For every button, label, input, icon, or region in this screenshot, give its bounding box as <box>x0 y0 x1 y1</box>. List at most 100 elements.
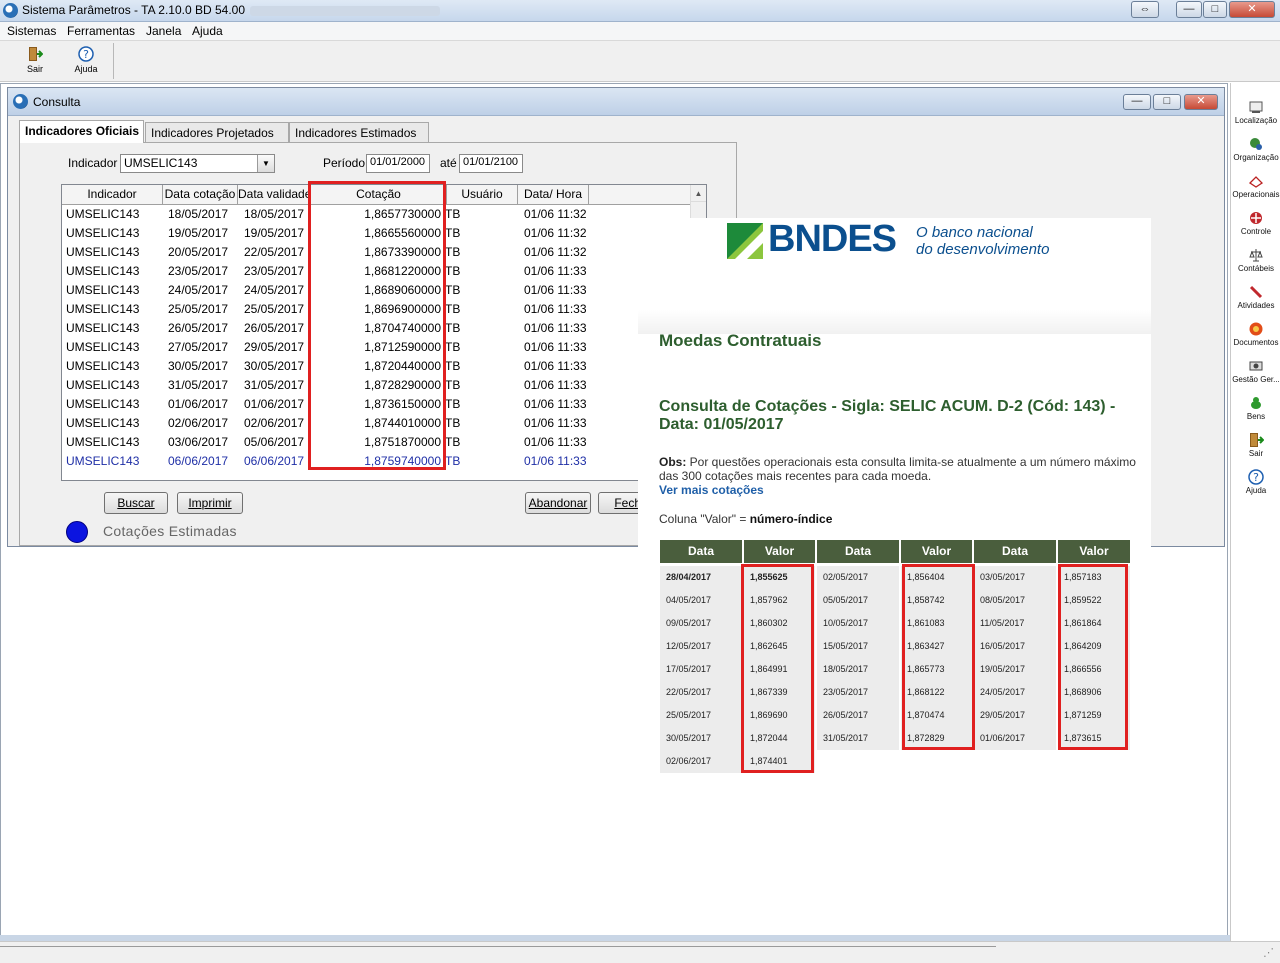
blurred-title-area <box>250 6 440 16</box>
bndes-logo-text: BNDES <box>768 218 897 260</box>
sidebar-item-operacionais[interactable]: Operacionais <box>1231 173 1280 199</box>
col-indicador[interactable]: Indicador <box>62 185 163 205</box>
sidebar-item-contabeis[interactable]: Contábeis <box>1231 247 1280 273</box>
scroll-up-icon[interactable]: ▲ <box>691 185 706 202</box>
periodo-end-field[interactable]: 01/01/2100 <box>459 154 523 173</box>
cell-cotacao: 1,8657730000 <box>364 207 441 221</box>
menu-ajuda[interactable]: Ajuda <box>192 24 223 38</box>
tab-indicadores-projetados[interactable]: Indicadores Projetados <box>145 122 289 142</box>
table-row[interactable]: UMSELIC143 25/05/2017 25/05/2017 1,86969000… <box>62 300 689 319</box>
sidebar-item-gestao[interactable]: Gestão Ger... <box>1231 358 1280 384</box>
cell-data-cotacao: 01/06/2017 <box>168 397 229 411</box>
sidebar-item-documentos[interactable]: Documentos <box>1231 321 1280 347</box>
header-valor: Valor <box>1058 540 1130 563</box>
cell-data-cotacao: 27/05/2017 <box>168 340 229 354</box>
control-icon <box>1248 210 1264 226</box>
table-row[interactable]: UMSELIC143 30/05/2017 30/05/2017 1,87204400… <box>62 357 689 376</box>
buscar-button[interactable]: Buscar <box>104 492 168 514</box>
location-icon <box>1248 99 1264 115</box>
menu-janela[interactable]: Janela <box>146 24 181 38</box>
close-button[interactable]: ✕ <box>1229 1 1275 18</box>
bndes-tagline-line2: do desenvolvimento <box>916 241 1050 258</box>
table-row[interactable]: UMSELIC143 20/05/2017 22/05/2017 1,86733900… <box>62 243 689 262</box>
cell-indicador: UMSELIC143 <box>66 359 140 373</box>
table-row[interactable]: UMSELIC143 27/05/2017 29/05/2017 1,87125900… <box>62 338 689 357</box>
col-data-cotacao[interactable]: Data cotação <box>163 185 238 205</box>
sidebar-item-controle[interactable]: Controle <box>1231 210 1280 236</box>
cell-data-cotacao: 06/06/2017 <box>168 454 229 468</box>
table-row[interactable]: UMSELIC143 26/05/2017 26/05/2017 1,87047400… <box>62 319 689 338</box>
table-row[interactable]: UMSELIC143 01/06/2017 01/06/2017 1,87361500… <box>62 395 689 414</box>
sidebar-item-sair[interactable]: Sair <box>1231 432 1280 458</box>
col-usuario[interactable]: Usuário <box>447 185 518 205</box>
col-data-validade[interactable]: Data validade <box>238 185 311 205</box>
table-row[interactable]: UMSELIC143 03/06/2017 05/06/2017 1,87518700… <box>62 433 689 452</box>
minimize-button[interactable]: — <box>1176 1 1202 18</box>
table-row[interactable]: UMSELIC143 19/05/2017 19/05/2017 1,86655600… <box>62 224 689 243</box>
child-minimize-button[interactable]: — <box>1123 94 1151 110</box>
resize-grip-icon[interactable]: ⋰ <box>1263 946 1274 959</box>
cell-usuario: TB <box>445 302 461 316</box>
child-maximize-button[interactable]: □ <box>1153 94 1181 110</box>
table-row[interactable]: UMSELIC143 02/06/2017 02/06/2017 1,87440100… <box>62 414 689 433</box>
child-close-button[interactable]: ✕ <box>1184 94 1218 110</box>
cell-indicador: UMSELIC143 <box>66 340 140 354</box>
obs-text: Por questões operacionais esta consulta … <box>659 455 1136 483</box>
indicador-select[interactable]: UMSELIC143 ▼ <box>120 154 275 173</box>
sidebar-item-label: Ajuda <box>1245 486 1267 495</box>
col-cotacao[interactable]: Cotação <box>311 185 447 205</box>
quote-date-cell: 01/06/2017 <box>974 727 1056 750</box>
menu-sistemas[interactable]: Sistemas <box>7 24 56 38</box>
exit-door-icon <box>1248 432 1265 448</box>
table-row[interactable]: UMSELIC143 23/05/2017 23/05/2017 1,86812200… <box>62 262 689 281</box>
table-row[interactable]: UMSELIC143 31/05/2017 31/05/2017 1,87282900… <box>62 376 689 395</box>
cell-data-hora: 01/06 11:33 <box>524 378 587 392</box>
imprimir-button[interactable]: Imprimir <box>177 492 243 514</box>
quote-value-cell: 1,862645 <box>744 635 815 658</box>
quote-value-cell: 1,865773 <box>901 658 972 681</box>
management-icon <box>1248 358 1264 374</box>
cell-indicador: UMSELIC143 <box>66 454 140 468</box>
sidebar-item-atividades[interactable]: Atividades <box>1231 284 1280 310</box>
quote-date-cell: 17/05/2017 <box>660 658 742 681</box>
moedas-heading: Moedas Contratuais <box>659 331 822 350</box>
cell-usuario: TB <box>445 435 461 449</box>
cell-cotacao: 1,8681220000 <box>364 264 441 278</box>
table-row[interactable]: UMSELIC143 24/05/2017 24/05/2017 1,86890600… <box>62 281 689 300</box>
abandonar-button[interactable]: Abandonar <box>525 492 591 514</box>
app-titlebar: Sistema Parâmetros - TA 2.10.0 BD 54.00 … <box>0 0 1280 22</box>
quote-date-cell: 16/05/2017 <box>974 635 1056 658</box>
sidebar-item-localizacao[interactable]: Localização <box>1231 99 1280 125</box>
cell-indicador: UMSELIC143 <box>66 435 140 449</box>
ver-mais-link[interactable]: Ver mais cotações <box>659 483 764 497</box>
cell-data-cotacao: 02/06/2017 <box>168 416 229 430</box>
sidebar-item-bens[interactable]: Bens <box>1231 395 1280 421</box>
operations-icon <box>1248 173 1264 189</box>
cell-cotacao: 1,8689060000 <box>364 283 441 297</box>
cell-data-validade: 22/05/2017 <box>244 245 305 259</box>
table-row[interactable]: UMSELIC143 18/05/2017 18/05/2017 1,86577300… <box>62 205 689 224</box>
cell-usuario: TB <box>445 226 461 240</box>
quote-value-cell: 1,860302 <box>744 612 815 635</box>
quote-date-cell: 23/05/2017 <box>817 681 899 704</box>
toolbar-sair-button[interactable]: Sair <box>13 44 57 74</box>
organization-icon <box>1248 136 1264 152</box>
maximize-button[interactable]: □ <box>1203 1 1227 18</box>
sidebar-item-ajuda[interactable]: ? Ajuda <box>1231 469 1280 495</box>
chevron-down-icon[interactable]: ▼ <box>257 155 274 172</box>
table-row[interactable]: UMSELIC143 06/06/2017 06/06/2017 1,87597400… <box>62 452 689 471</box>
status-line <box>0 946 996 947</box>
periodo-start-field[interactable]: 01/01/2000 <box>366 154 430 173</box>
tab-indicadores-estimados[interactable]: Indicadores Estimados <box>289 122 429 142</box>
sidebar-item-organizacao[interactable]: Organização <box>1231 136 1280 162</box>
quote-date-cell: 30/05/2017 <box>660 727 742 750</box>
bndes-tagline-line1: O banco nacional <box>916 224 1033 241</box>
toolbar-ajuda-button[interactable]: ? Ajuda <box>64 44 108 74</box>
indicador-label: Indicador <box>68 156 118 170</box>
coluna-valor-note: Coluna "Valor" = número-índice <box>659 512 832 526</box>
col-data-hora[interactable]: Data/ Hora <box>518 185 589 205</box>
cell-indicador: UMSELIC143 <box>66 302 140 316</box>
restore-arrows-icon[interactable]: ⇔ <box>1131 1 1159 18</box>
menu-ferramentas[interactable]: Ferramentas <box>67 24 135 38</box>
tab-indicadores-oficiais[interactable]: Indicadores Oficiais <box>19 120 144 143</box>
